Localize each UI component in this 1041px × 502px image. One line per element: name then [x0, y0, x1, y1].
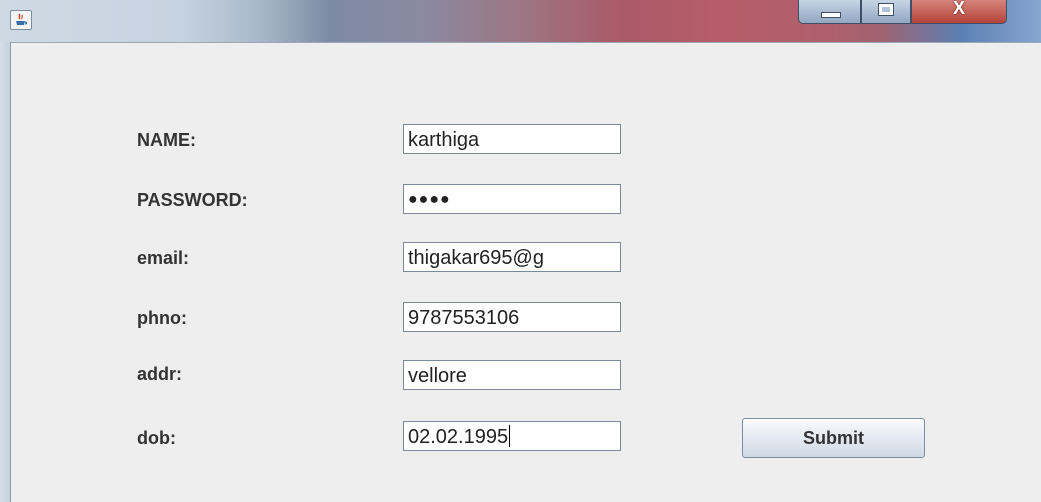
window-left-border [0, 42, 11, 502]
email-input[interactable]: thigakar695@g [403, 242, 621, 272]
text-caret [509, 425, 511, 447]
minimize-icon [821, 12, 841, 18]
password-label: PASSWORD: [137, 190, 248, 210]
close-icon: X [952, 0, 965, 18]
dob-input[interactable]: 02.02.1995 [403, 421, 621, 451]
addr-label: addr: [137, 364, 182, 384]
close-button[interactable]: X [911, 0, 1007, 24]
maximize-icon [878, 3, 894, 16]
app-window: X NAME: karthiga PASSWORD: ●●●● email: t… [0, 0, 1041, 502]
title-bar[interactable]: X [0, 0, 1041, 43]
email-label: email: [137, 248, 190, 268]
addr-input[interactable]: vellore [403, 360, 621, 390]
maximize-button[interactable] [861, 0, 911, 24]
name-label: NAME: [137, 130, 196, 150]
name-input[interactable]: karthiga [403, 124, 621, 154]
dob-input-text: 02.02.1995 [408, 426, 509, 448]
phno-input[interactable]: 9787553106 [403, 302, 621, 332]
submit-button[interactable]: Submit [742, 418, 925, 458]
phno-label: phno: [137, 308, 187, 328]
password-input[interactable]: ●●●● [403, 184, 621, 214]
minimize-button[interactable] [798, 0, 861, 24]
dob-label: dob: [137, 428, 176, 448]
java-app-icon[interactable] [10, 10, 32, 30]
